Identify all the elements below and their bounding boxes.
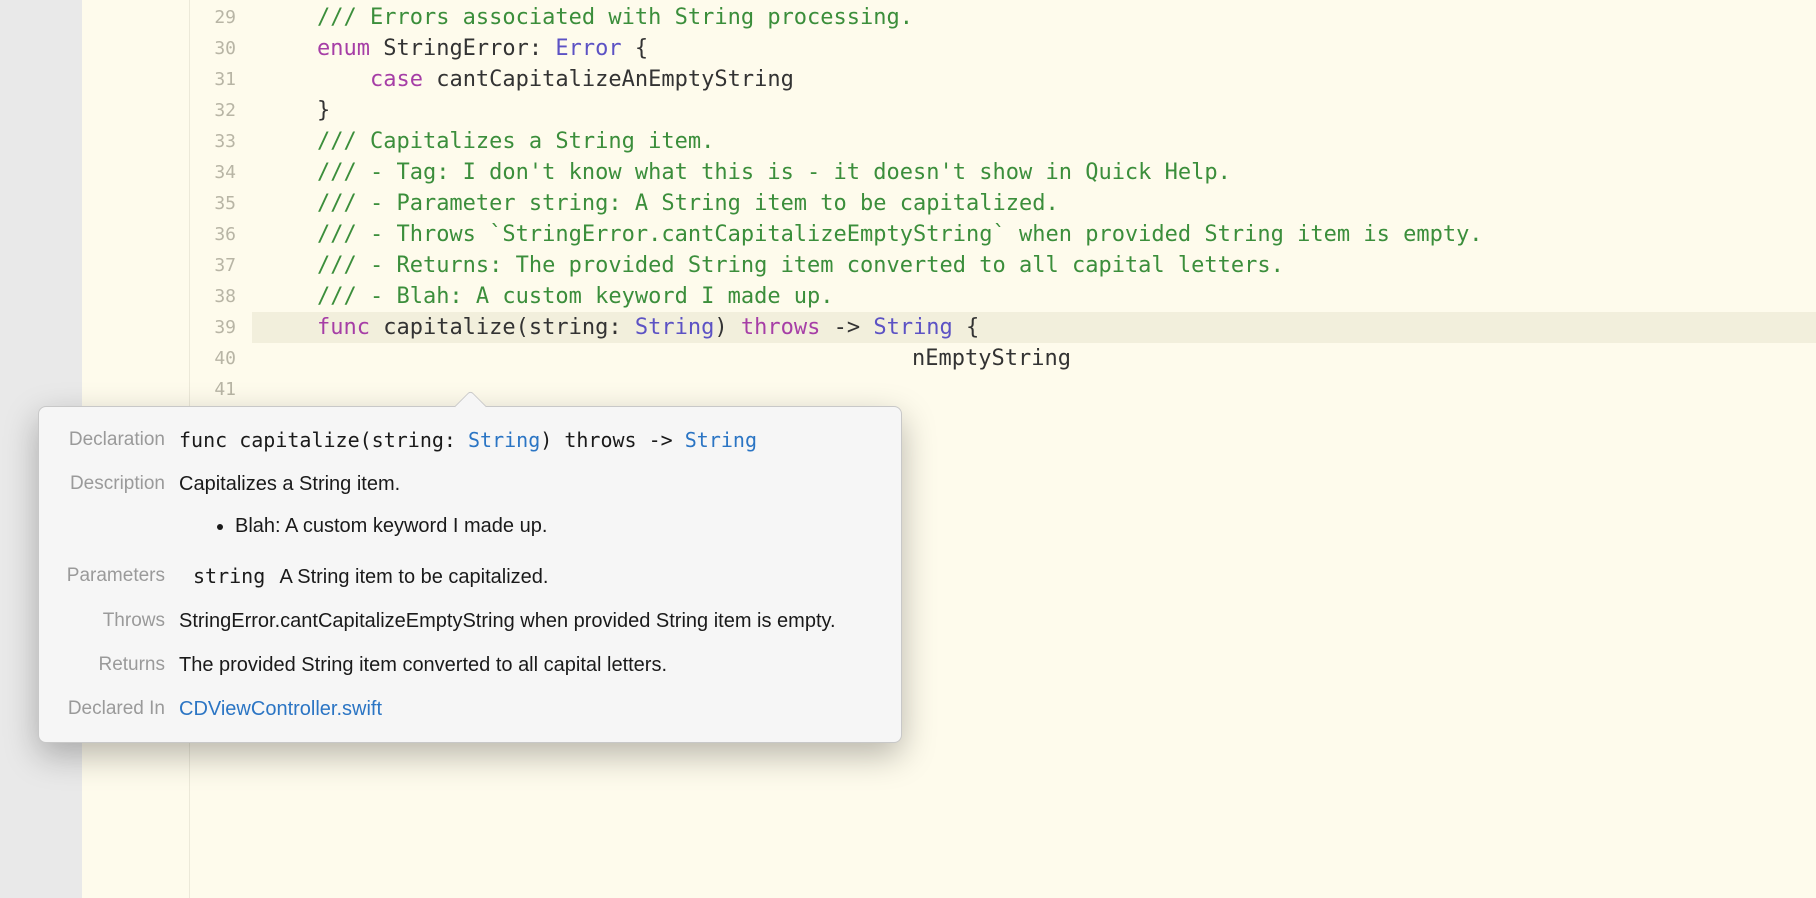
popover-description: Capitalizes a String item. Blah: A custo… — [179, 471, 875, 545]
parameter-name: string — [179, 563, 275, 589]
popover-declaration: func capitalize(string: String) throws -… — [179, 427, 875, 453]
code-line[interactable]: /// Capitalizes a String item. — [252, 126, 1816, 157]
comment-token: /// - Parameter string: A String item to… — [317, 191, 1059, 216]
popover-row-parameters: Parameters string A String item to be ca… — [61, 563, 875, 590]
line-number[interactable]: 36 — [190, 219, 252, 250]
line-number[interactable]: 33 — [190, 126, 252, 157]
parameter-description: A String item to be capitalized. — [279, 566, 548, 588]
keyword-token: throws — [741, 315, 820, 340]
popover-returns: The provided String item converted to al… — [179, 652, 875, 678]
popover-throws: StringError.cantCapitalizeEmptyString wh… — [179, 608, 875, 634]
code-line[interactable]: /// - Parameter string: A String item to… — [252, 188, 1816, 219]
code-line[interactable]: /// - Returns: The provided String item … — [252, 250, 1816, 281]
declared-in-link[interactable]: CDViewController.swift — [179, 698, 382, 720]
code-line[interactable]: /// - Blah: A custom keyword I made up. — [252, 281, 1816, 312]
type-link[interactable]: String — [468, 428, 540, 452]
popover-label: Declaration — [61, 427, 179, 451]
code-line[interactable]: enum StringError: Error { — [252, 33, 1816, 64]
popover-parameters: string A String item to be capitalized. — [179, 563, 875, 590]
line-number[interactable]: 41 — [190, 374, 252, 405]
line-number[interactable]: 34 — [190, 157, 252, 188]
line-number[interactable]: 40 — [190, 343, 252, 374]
line-number[interactable]: 35 — [190, 188, 252, 219]
keyword-token: case — [370, 67, 423, 92]
popover-label: Description — [61, 471, 179, 495]
keyword-token: enum — [317, 36, 370, 61]
comment-token: /// - Blah: A custom keyword I made up. — [317, 284, 834, 309]
line-number[interactable]: 30 — [190, 33, 252, 64]
line-number[interactable]: 37 — [190, 250, 252, 281]
code-line[interactable]: /// Errors associated with String proces… — [252, 2, 1816, 33]
code-line[interactable]: case cantCapitalizeAnEmptyString — [252, 64, 1816, 95]
popover-row-declared-in: Declared In CDViewController.swift — [61, 696, 875, 722]
comment-token: /// Capitalizes a String item. — [317, 129, 714, 154]
code-line-current[interactable]: func capitalize(string: String) throws -… — [252, 312, 1816, 343]
quick-help-popover: Declaration func capitalize(string: Stri… — [38, 406, 902, 743]
code-line[interactable]: } — [252, 95, 1816, 126]
throws-code: StringError.cantCapitalizeEmptyString — [179, 610, 515, 632]
code-line[interactable]: /// - Throws `StringError.cantCapitalize… — [252, 219, 1816, 250]
type-token: Error — [555, 36, 621, 61]
line-number[interactable]: 38 — [190, 281, 252, 312]
comment-token: /// - Throws `StringError.cantCapitalize… — [317, 222, 1483, 247]
line-number[interactable]: 31 — [190, 64, 252, 95]
popover-row-throws: Throws StringError.cantCapitalizeEmptySt… — [61, 608, 875, 634]
line-number[interactable]: 39 — [190, 312, 252, 343]
line-number[interactable]: 29 — [190, 2, 252, 33]
popover-row-declaration: Declaration func capitalize(string: Stri… — [61, 427, 875, 453]
line-number[interactable]: 32 — [190, 95, 252, 126]
code-line[interactable]: nEmptyString — [252, 343, 1816, 374]
comment-token: /// Errors associated with String proces… — [317, 5, 913, 30]
type-token: String — [635, 315, 714, 340]
code-line[interactable]: /// - Tag: I don't know what this is - i… — [252, 157, 1816, 188]
keyword-token: func — [317, 315, 370, 340]
popover-row-returns: Returns The provided String item convert… — [61, 652, 875, 678]
popover-label: Throws — [61, 608, 179, 632]
popover-declared-in: CDViewController.swift — [179, 696, 875, 722]
throws-text: when provided String item is empty. — [515, 610, 836, 632]
description-text: Capitalizes a String item. — [179, 473, 400, 495]
type-token: String — [873, 315, 952, 340]
type-link[interactable]: String — [685, 428, 757, 452]
popover-label: Returns — [61, 652, 179, 676]
popover-row-description: Description Capitalizes a String item. B… — [61, 471, 875, 545]
popover-label: Declared In — [61, 696, 179, 720]
description-bullet: Blah: A custom keyword I made up. — [235, 513, 875, 539]
comment-token: /// - Tag: I don't know what this is - i… — [317, 160, 1231, 185]
comment-token: /// - Returns: The provided String item … — [317, 253, 1284, 278]
popover-label: Parameters — [61, 563, 179, 587]
